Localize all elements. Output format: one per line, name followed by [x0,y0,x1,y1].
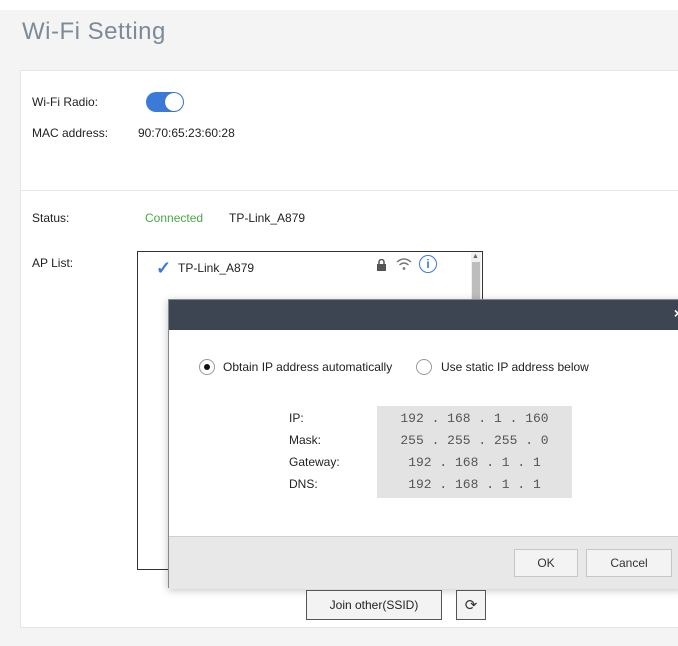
status-ssid: TP-Link_A879 [229,211,306,225]
info-icon[interactable]: i [419,255,437,273]
ip-fields-box: 192 . 168 . 1 . 160 255 . 255 . 255 . 0 … [377,406,572,498]
top-edge [0,0,678,10]
radio-static-ip-label[interactable]: Use static IP address below [441,360,589,374]
section-divider [21,190,678,191]
gateway-field: 192 . 168 . 1 . 1 [408,455,541,470]
refresh-icon: ⟳ [464,597,478,614]
ip-field: 192 . 168 . 1 . 160 [400,411,549,426]
wifi-radio-toggle[interactable] [146,92,184,112]
ap-list-label: AP List: [32,256,74,270]
join-other-ssid-button[interactable]: Join other(SSID) [306,590,442,620]
ip-label: IP: [289,411,304,425]
toggle-knob [165,93,183,111]
radio-obtain-auto-label[interactable]: Obtain IP address automatically [223,360,392,374]
cancel-button[interactable]: Cancel [586,549,672,577]
dns-label: DNS: [289,477,318,491]
ip-settings-dialog: × Obtain IP address automatically Use st… [168,299,678,589]
ap-item-name: TP-Link_A879 [178,261,255,275]
mask-field: 255 . 255 . 255 . 0 [400,433,549,448]
dns-field: 192 . 168 . 1 . 1 [408,477,541,492]
status-connected: Connected [145,211,204,225]
mask-label: Mask: [289,433,322,447]
gateway-label: Gateway: [289,455,340,469]
lock-icon [376,258,387,275]
dialog-header: × [169,300,678,330]
mac-address-value: 90:70:65:23:60:28 [138,126,235,140]
checkmark-icon: ✓ [156,258,172,278]
dialog-footer: OK Cancel [169,536,678,589]
ok-button[interactable]: OK [514,549,578,577]
close-icon[interactable]: × [674,305,678,321]
ap-list-item[interactable]: ✓ TP-Link_A879 i [138,252,468,286]
radio-obtain-auto[interactable] [199,359,215,375]
radio-static-ip[interactable] [416,359,432,375]
scroll-up-icon[interactable]: ▲ [472,253,479,260]
page-title: Wi-Fi Setting [22,18,166,45]
status-label: Status: [32,211,70,225]
scrollbar-thumb[interactable] [472,262,480,302]
wifi-signal-icon [396,257,412,274]
refresh-button[interactable]: ⟳ [456,590,486,620]
mac-address-label: MAC address: [32,126,109,140]
wifi-radio-label: Wi-Fi Radio: [32,95,99,109]
